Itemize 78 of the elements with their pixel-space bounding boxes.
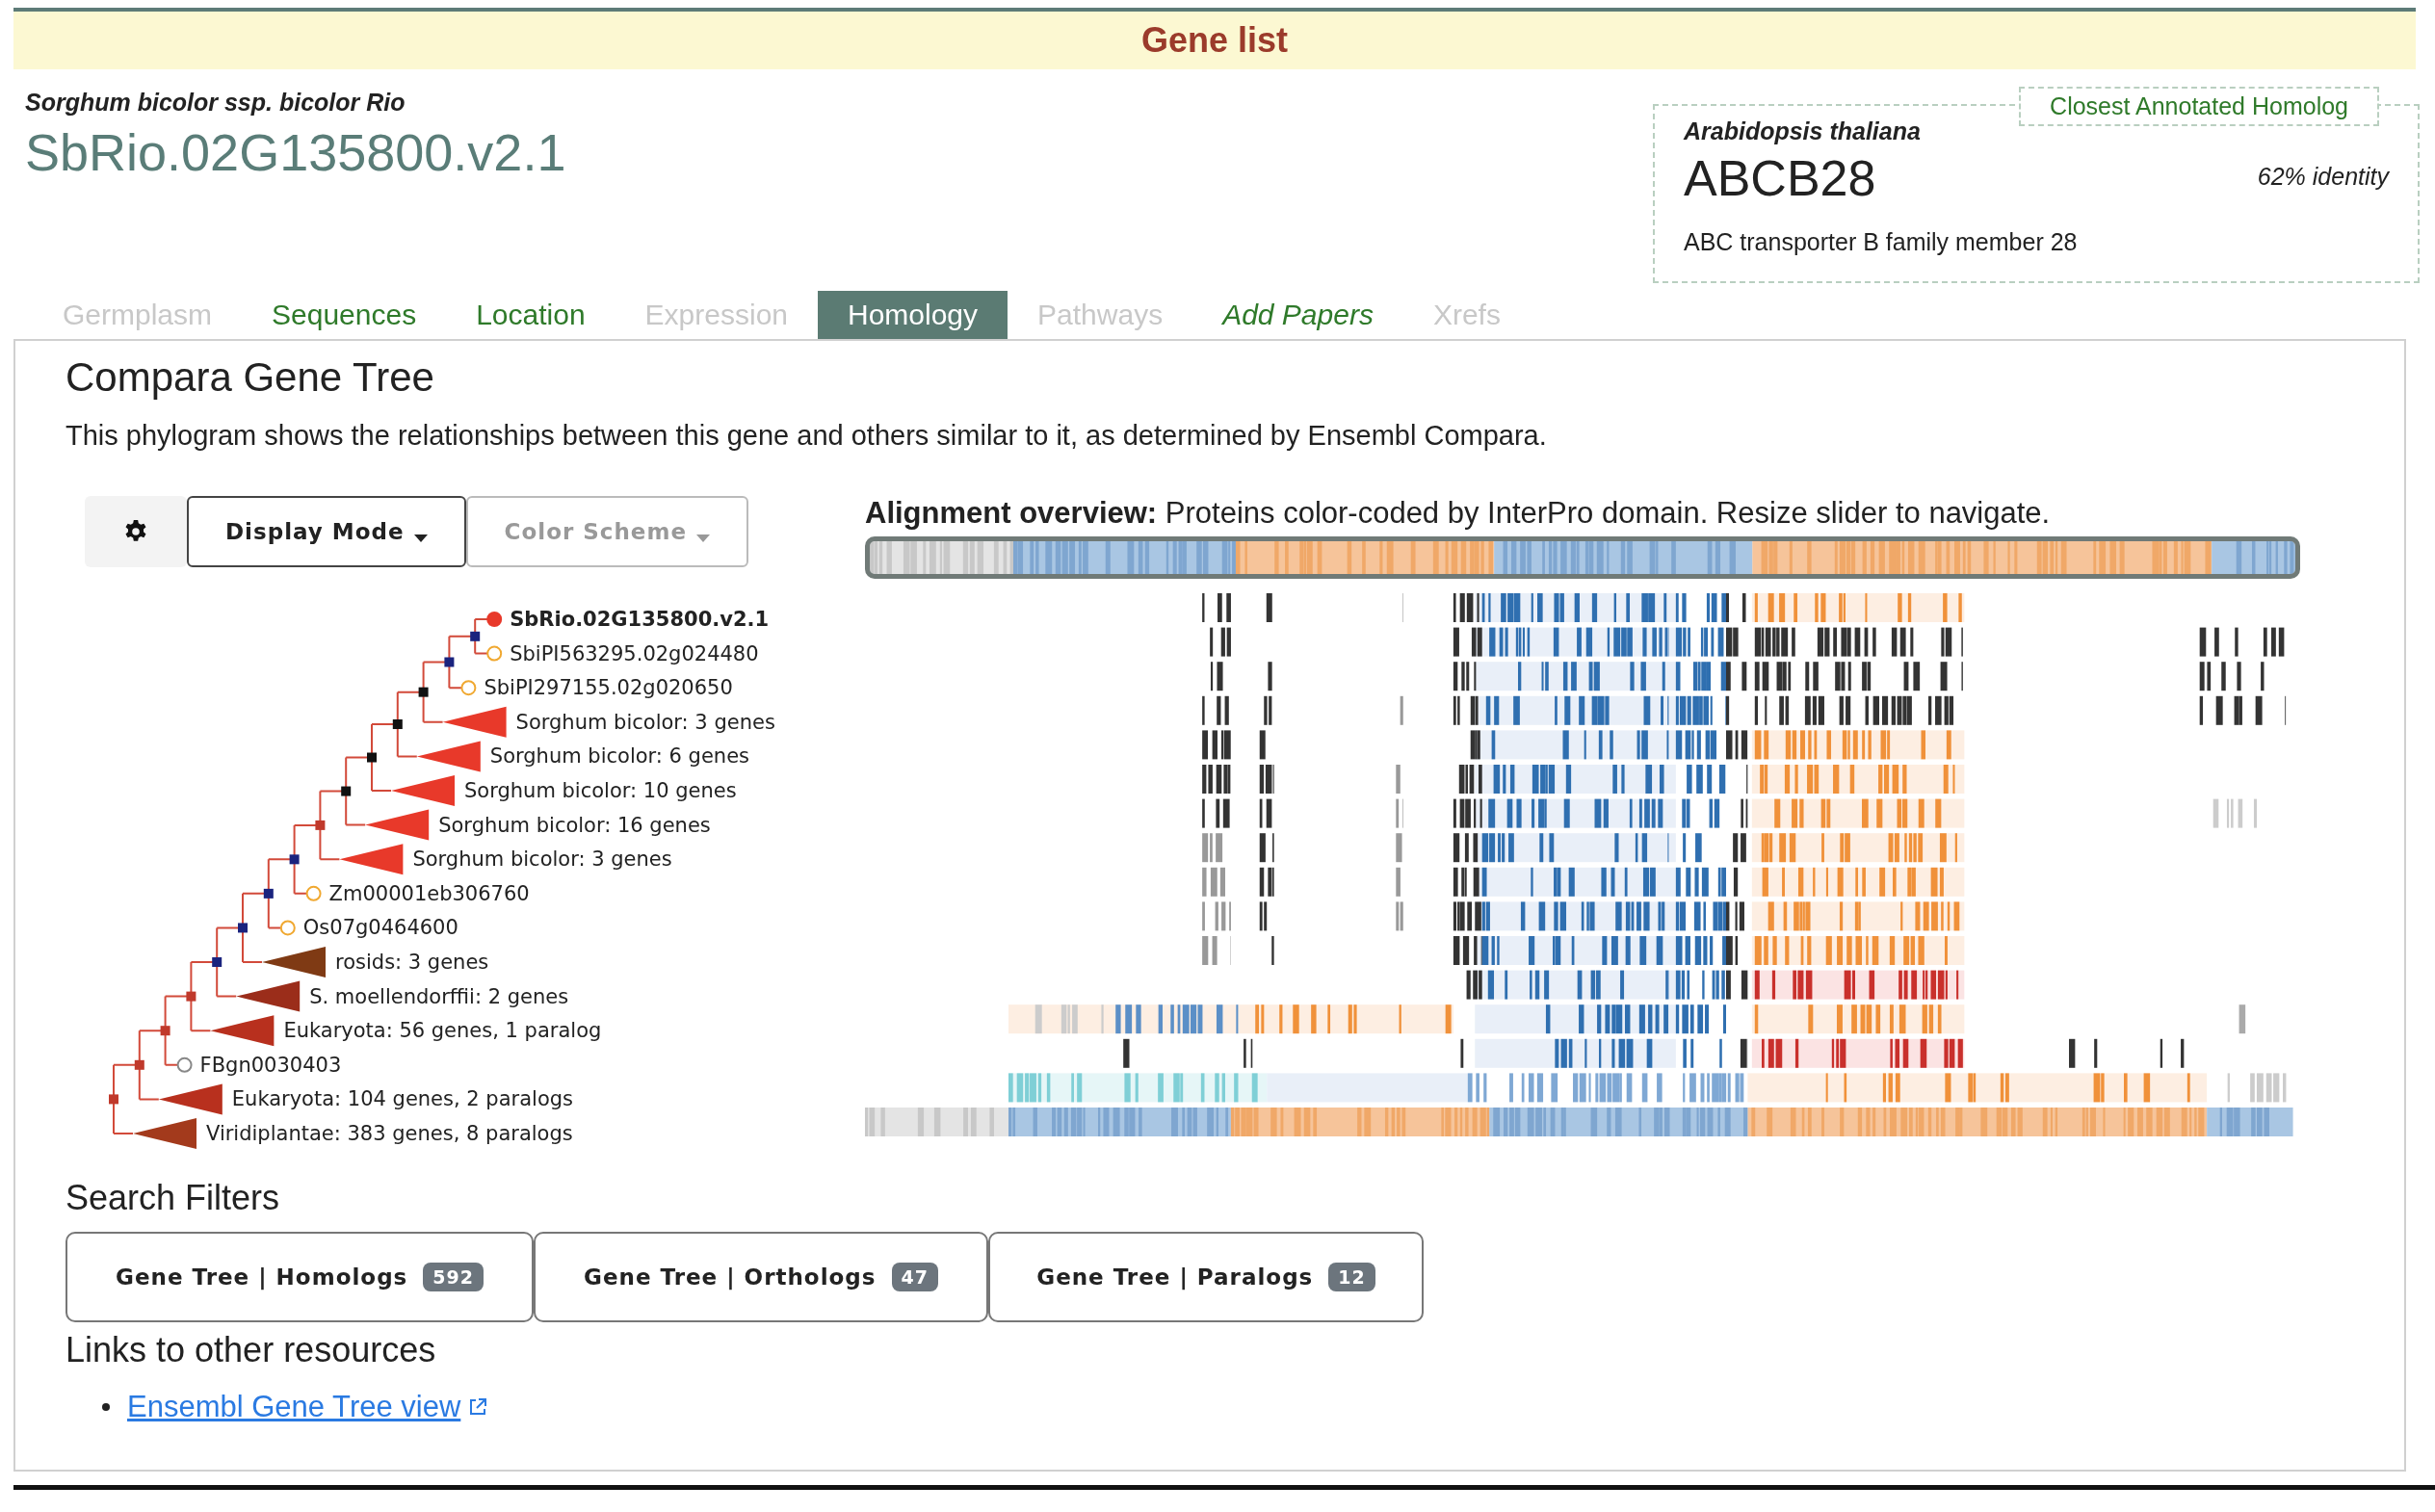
leaf-node-marker[interactable] [279,920,296,936]
caret-icon [413,534,428,542]
tree-leaf-label[interactable]: Os07g0464600 [302,916,458,940]
collapsed-clade-triangle[interactable] [236,980,301,1012]
section-title: Compara Gene Tree [65,354,435,401]
tree-leaf-label[interactable]: FBgn0030403 [199,1053,342,1077]
gene-id: SbRio.02G135800.v2.1 [25,122,566,182]
tree-node-marker[interactable] [263,888,274,899]
tree-node-marker[interactable] [134,1059,144,1070]
collapsed-clade-triangle[interactable] [391,775,455,806]
collapsed-clade-triangle[interactable] [133,1118,196,1149]
tree-node-marker[interactable] [418,687,429,697]
homolog-species: Arabidopsis thaliana [1684,117,1922,145]
homolog-description: ABC transporter B family member 28 [1684,228,2079,256]
tree-leaf-label[interactable]: Sorghum bicolor: 16 genes [438,813,711,837]
leaf-node-marker[interactable] [486,645,503,662]
collapsed-clade-triangle[interactable] [158,1083,223,1115]
tree-node-marker[interactable] [238,923,248,933]
tree-leaf-label[interactable]: rosids: 3 genes [335,951,489,974]
tree-leaf-label[interactable]: Sorghum bicolor: 3 genes [412,847,672,872]
external-link-icon [468,1396,488,1417]
tree-leaf-label[interactable]: Eukaryota: 56 genes, 1 paralog [283,1019,602,1043]
collapsed-clade-triangle[interactable] [442,706,507,738]
tree-leaf-label[interactable]: Sorghum bicolor: 6 genes [489,744,750,769]
tree-node-marker[interactable] [109,1094,118,1105]
count-badge: 47 [891,1262,938,1291]
leaf-node-marker[interactable] [460,680,477,696]
filter-button[interactable]: Gene Tree | Paralogs 12 [988,1231,1424,1322]
homolog-symbol: ABCB28 [1684,149,1876,207]
tab[interactable]: Location [446,291,615,339]
tree-node-marker[interactable] [212,957,223,967]
tree-leaf-label[interactable]: Sorghum bicolor: 3 genes [515,710,775,734]
tree-leaf-label[interactable]: SbRio.02G135800.v2.1 [510,608,770,631]
tree-node-marker[interactable] [315,820,326,830]
species-name: Sorghum bicolor ssp. bicolor Rio [25,89,406,117]
tree-leaf-label[interactable]: Sorghum bicolor: 10 genes [464,779,737,802]
collapsed-clade-triangle[interactable] [416,741,481,772]
tree-leaf-label[interactable]: Zm00001eb306760 [328,881,530,905]
tree-leaf-label[interactable]: S. moellendorffii: 2 genes [309,984,569,1008]
collapsed-clade-triangle[interactable] [339,844,404,875]
tree-node-marker[interactable] [367,752,377,763]
leaf-node-marker[interactable] [176,1056,193,1073]
tab[interactable]: Sequences [242,291,447,339]
section-title: Links to other resources [65,1329,437,1370]
tree-node-marker[interactable] [444,657,455,667]
external-link[interactable]: Ensembl Gene Tree view [127,1389,488,1424]
tree-node-marker[interactable] [341,786,352,796]
tree-node-marker[interactable] [470,631,481,641]
count-badge: 592 [423,1262,484,1291]
banner-title: Gene list [1140,20,1289,61]
tab[interactable]: Add Papers [1192,291,1403,339]
alignment-caption: Alignment overview: Proteins color-coded by InterPro domain. Resize slider to navigate. [865,496,2052,532]
homolog-tag: Closest Annotated Homolog [2019,87,2379,126]
tree-leaf-label[interactable]: SbiPI563295.02g024480 [510,641,759,665]
leaf-node-marker[interactable] [305,885,322,901]
settings-button[interactable] [85,496,187,567]
collapsed-clade-triangle[interactable] [210,1015,275,1047]
list-bullet [102,1402,110,1411]
caret-icon [696,534,711,542]
settings-icon [123,519,148,544]
filter-button[interactable]: Gene Tree | Orthologs 47 [534,1231,988,1322]
identity-text: 62% identity [2257,162,2389,191]
collapsed-clade-triangle[interactable] [262,947,326,978]
tree-node-marker[interactable] [160,1026,170,1036]
description-text: This phylogram shows the relationships between this gene and others similar to it, as determined by Ensembl Compara. [65,420,1548,452]
tree-leaf-label[interactable]: Viridiplantae: 383 genes, 8 paralogs [206,1122,573,1145]
tree-node-marker[interactable] [289,854,300,865]
tree-leaf-label[interactable]: Eukaryota: 104 genes, 2 paralogs [231,1087,574,1111]
leaf-node-marker[interactable] [486,612,503,627]
tree-leaf-label[interactable]: SbiPI297155.02g020650 [484,676,733,700]
tree-node-marker[interactable] [186,991,196,1002]
tree-node-marker[interactable] [392,719,403,730]
tab[interactable]: Homology [818,291,1008,339]
collapsed-clade-triangle[interactable] [365,809,430,841]
dropdown-button[interactable]: Display Mode [187,496,466,567]
section-title: Search Filters [65,1177,281,1218]
count-badge: 12 [1328,1262,1375,1291]
filter-button[interactable]: Gene Tree | Homologs 592 [65,1231,534,1322]
